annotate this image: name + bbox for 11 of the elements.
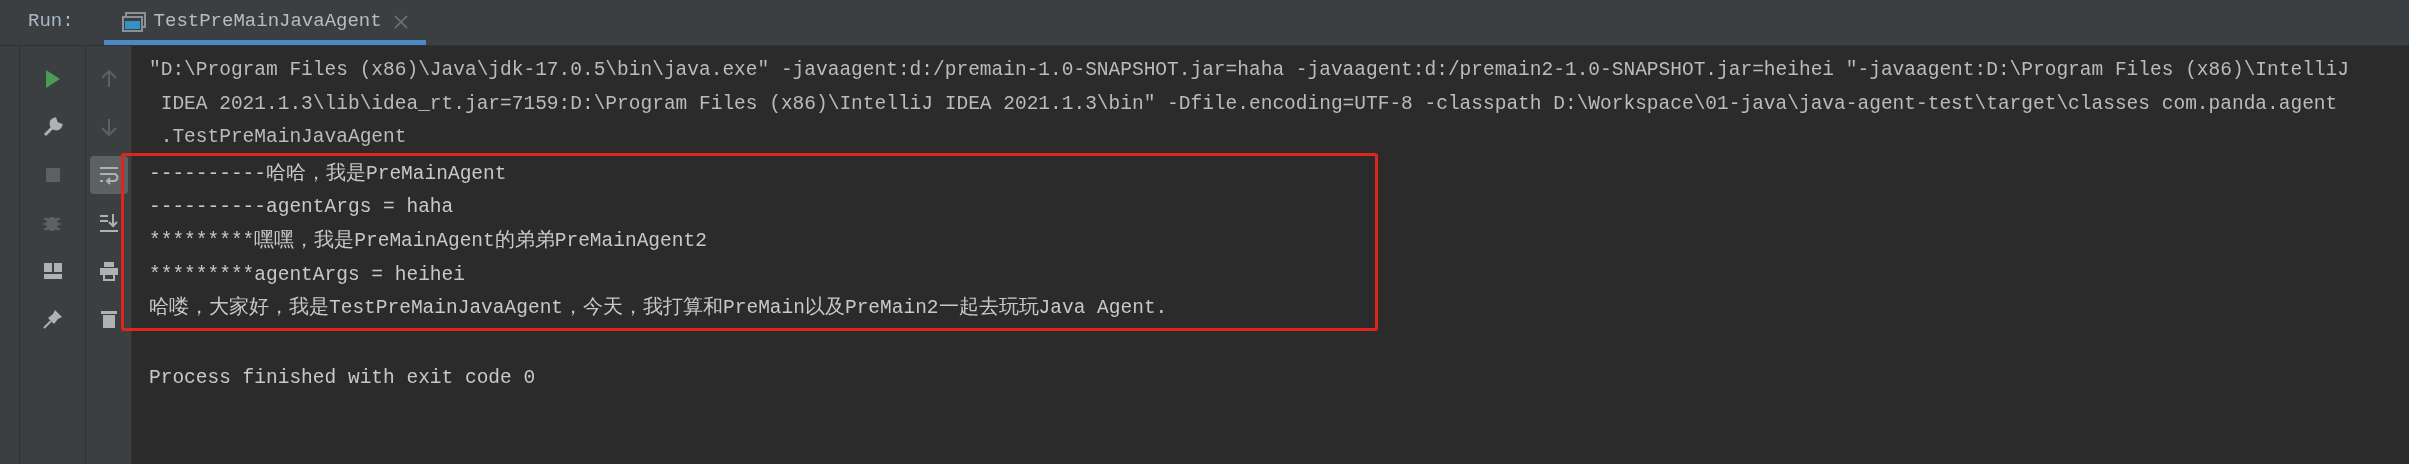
output-line: 哈喽，大家好，我是TestPreMainJavaAgent，今天，我打算和PreMain以及PreMain2一起去玩玩Java Agent. (149, 295, 1169, 322)
exit-message: Process finished with exit code 0 (149, 365, 537, 391)
output-line: ----------agentArgs = haha (149, 195, 455, 221)
output-line: *********agentArgs = heihei (149, 262, 466, 288)
command-line: .TestPreMainJavaAgent (159, 125, 408, 151)
command-line: IDEA 2021.1.3\lib\idea_rt.jar=7159:D:\Program Files (x86)\IntelliJ IDEA 2021.1.3\bin" -Dfile.encoding=UTF-8 -classpath D:\Workspace\01-java\java-agent-test\target\classes com.panda.agent (159, 91, 2339, 117)
output-line: *********嘿嘿，我是PreMainAgent的弟弟PreMainAgent2 (149, 228, 708, 254)
command-line: "D:\Program Files (x86)\Java\jdk-17.0.5\bin\java.exe" -javaagent:d:/premain-1.0-SNAPSHOT.jar=haha -javaagent:d:/premain2-1.0-SNAPSHOT.jar=heihei "-javaagent:D:\Program Files (x86)\IntelliJ (149, 58, 2350, 83)
output-line: ----------哈哈，我是PreMainAgent (149, 161, 508, 187)
console-window-icon (121, 11, 146, 32)
run-label: Run: (28, 8, 74, 34)
